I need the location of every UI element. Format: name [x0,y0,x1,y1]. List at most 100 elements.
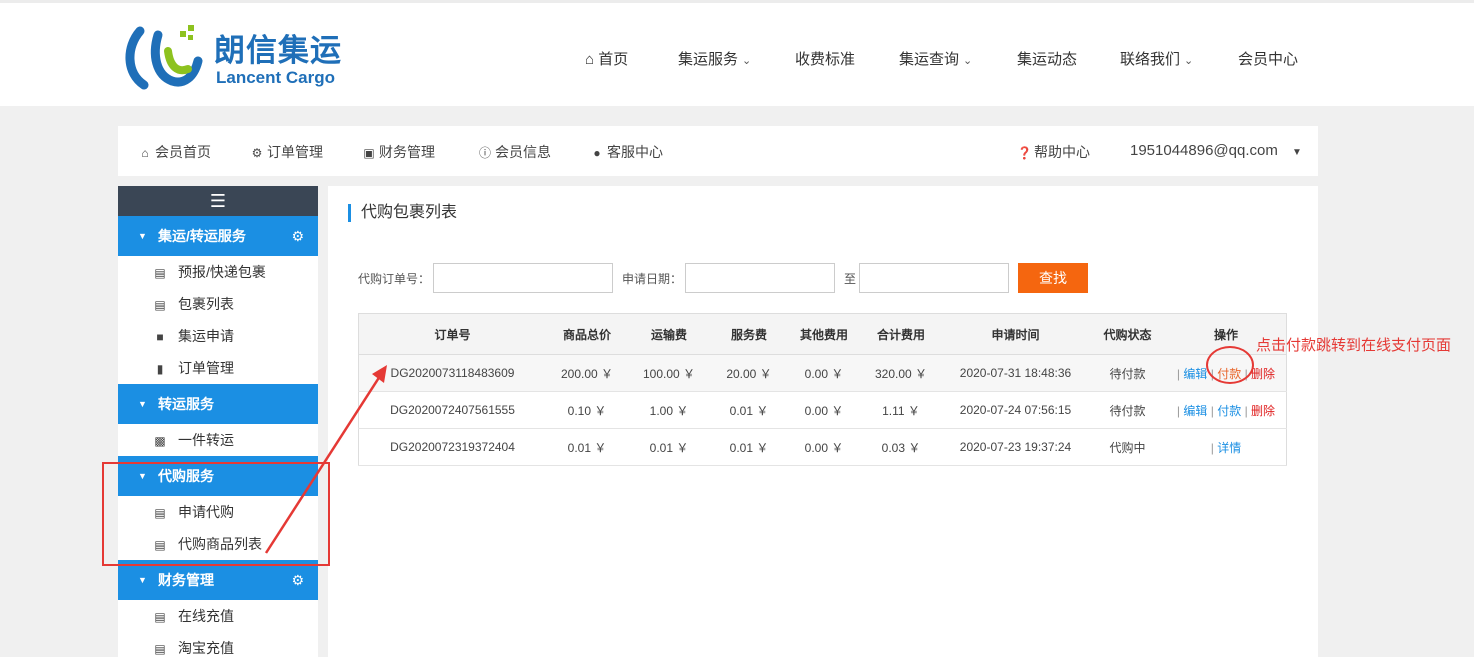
col-time: 申请时间 [942,313,1089,355]
cell-ops: | 编辑 | 付款 | 删除 [1166,391,1287,429]
main-content: 代购包裹列表 代购订单号： 申请日期： 至 查找 订单号 商品总价 运输费 服务… [328,186,1318,657]
chevron-down-icon: ⌄ [742,55,752,67]
annotation-box [102,462,330,566]
nav-news[interactable]: 集运动态 [1017,48,1077,69]
cell-goods: 200.00 ￥ [546,354,628,392]
cell-goods: 0.01 ￥ [546,428,628,466]
order-number-input[interactable] [433,263,613,293]
cell-ops: | 详情 [1166,428,1287,466]
cell-time: 2020-07-31 18:48:36 [942,354,1089,392]
home-icon: ⌂ [585,51,595,68]
nav-contact[interactable]: 联络我们 ⌄ [1120,48,1193,69]
money-icon: ▣ [363,146,375,160]
sidebar-section-finance[interactable]: ▼ 财务管理 ⚙ [118,560,318,600]
search-button[interactable]: 查找 [1018,263,1088,293]
truck-icon: ■ [156,330,164,344]
date-end-input[interactable] [859,263,1009,293]
nav-pricing[interactable]: 收费标准 [795,48,855,69]
col-status: 代购状态 [1089,313,1166,355]
sidebar-item-single-transfer[interactable]: ▩ 一件转运 [118,424,318,456]
member-service-label: 客服中心 [607,144,663,160]
col-order: 订单号 [358,313,546,355]
edit-link[interactable]: 编辑 [1183,404,1207,418]
section-title: 转运服务 [158,396,214,412]
card-icon: ▤ [154,642,166,656]
sidebar-toggle[interactable]: ☰ [118,186,318,216]
caret-down-icon: ▼ [1292,147,1302,158]
separator: | [1210,403,1214,418]
page-title: 代购包裹列表 [348,204,457,222]
nav-consolidation-service[interactable]: 集运服务 ⌄ [678,48,751,69]
pay-link[interactable]: 付款 [1217,404,1241,418]
sidebar-item-label: 在线充值 [178,608,234,624]
member-info-link[interactable]: ⓘ 会员信息 [478,142,551,162]
help-center-label: 帮助中心 [1034,144,1090,160]
cell-other: 0.00 ￥ [788,354,860,392]
nav-label: 集运动态 [1017,51,1078,68]
caret-down-icon: ▼ [138,399,147,409]
sidebar-item-order-manage[interactable]: ▮ 订单管理 [118,352,318,384]
inbox-icon: ▤ [154,266,166,280]
sidebar-item-label: 一件转运 [178,432,234,448]
logo-icon [125,25,203,90]
col-shipping: 运输费 [628,313,710,355]
order-table: 订单号 商品总价 运输费 服务费 其他费用 合计费用 申请时间 代购状态 操作 … [358,313,1287,466]
cell-time: 2020-07-24 07:56:15 [942,391,1089,429]
sidebar-section-transfer[interactable]: ▼ 转运服务 [118,384,318,424]
sidebar-item-label: 集运申请 [178,328,234,344]
nav-member-center[interactable]: 会员中心 [1238,48,1298,69]
sidebar-item-consolidation-apply[interactable]: ■ 集运申请 [118,320,318,352]
sidebar-section-consolidation[interactable]: ▼ 集运/转运服务 ⚙ [118,216,318,256]
sidebar-item-package-list[interactable]: ▤ 包裹列表 [118,288,318,320]
chevron-down-icon: ⌄ [1184,55,1194,67]
site-logo[interactable]: 朗信集运 Lancent Cargo [122,21,362,95]
sidebar-item-online-recharge[interactable]: ▤ 在线充值 [118,600,318,632]
cell-goods: 0.10 ￥ [546,391,628,429]
member-info-label: 会员信息 [495,144,551,160]
nav-home[interactable]: ⌂ 首页 [585,48,628,69]
member-home-link[interactable]: ⌂ 会员首页 [138,142,211,162]
nav-label: 收费标准 [795,51,856,68]
cell-total: 1.11 ￥ [860,391,942,429]
delete-link[interactable]: 删除 [1251,367,1275,381]
info-icon: ⓘ [478,146,491,160]
cell-total: 0.03 ￥ [860,428,942,466]
cell-status: 待付款 [1089,354,1166,392]
cell-shipping: 1.00 ￥ [628,391,710,429]
member-orders-link[interactable]: ⚙ 订单管理 [250,142,323,162]
delete-link[interactable]: 删除 [1251,404,1275,418]
nav-label: 联络我们 [1120,51,1181,68]
sidebar: ☰ ▼ 集运/转运服务 ⚙ ▤ 预报/快递包裹 ▤ 包裹列表 ■ 集运申请 ▮ 订单管理… [118,186,318,657]
server-icon: ▤ [154,610,166,624]
user-email: 1951044896@qq.com [1130,142,1278,159]
site-header: 朗信集运 Lancent Cargo ⌂ 首页 集运服务 ⌄ 收费标准 集运查询 ⌄… [0,0,1474,106]
date-start-input[interactable] [685,263,835,293]
member-finance-link[interactable]: ▣ 财务管理 [362,142,435,162]
col-service: 服务费 [710,313,788,355]
separator: | [1176,366,1181,381]
user-menu[interactable]: 1951044896@qq.com ▼ [1130,142,1302,159]
separator: | [1210,440,1214,455]
table-row: DG2020072319372404 0.01 ￥ 0.01 ￥ 0.01 ￥ … [358,428,1287,466]
gear-icon[interactable]: ⚙ [291,560,304,600]
nav-consolidation-query[interactable]: 集运查询 ⌄ [899,48,972,69]
chevron-down-icon: ⌄ [963,55,973,67]
separator: | [1244,403,1248,418]
sidebar-item-forecast[interactable]: ▤ 预报/快递包裹 [118,256,318,288]
nav-label: 集运服务 [678,51,739,68]
sidebar-item-label: 预报/快递包裹 [178,264,266,280]
gear-icon[interactable]: ⚙ [291,216,304,256]
cell-status: 代购中 [1089,428,1166,466]
order-number-label: 代购订单号： [358,272,431,286]
cell-order: DG2020073118483609 [358,354,546,392]
list-icon: ▤ [154,298,166,312]
cell-shipping: 100.00 ￥ [628,354,710,392]
bar-chart-icon: ▩ [154,434,166,448]
sidebar-item-taobao-recharge[interactable]: ▤ 淘宝充值 [118,632,318,657]
help-center-link[interactable]: ❓ 帮助中心 [1017,142,1090,162]
edit-link[interactable]: 编辑 [1183,367,1207,381]
cell-service: 0.01 ￥ [710,428,788,466]
member-service-link[interactable]: ● 客服中心 [590,142,663,162]
detail-link[interactable]: 详情 [1217,441,1241,455]
col-total: 合计费用 [860,313,942,355]
